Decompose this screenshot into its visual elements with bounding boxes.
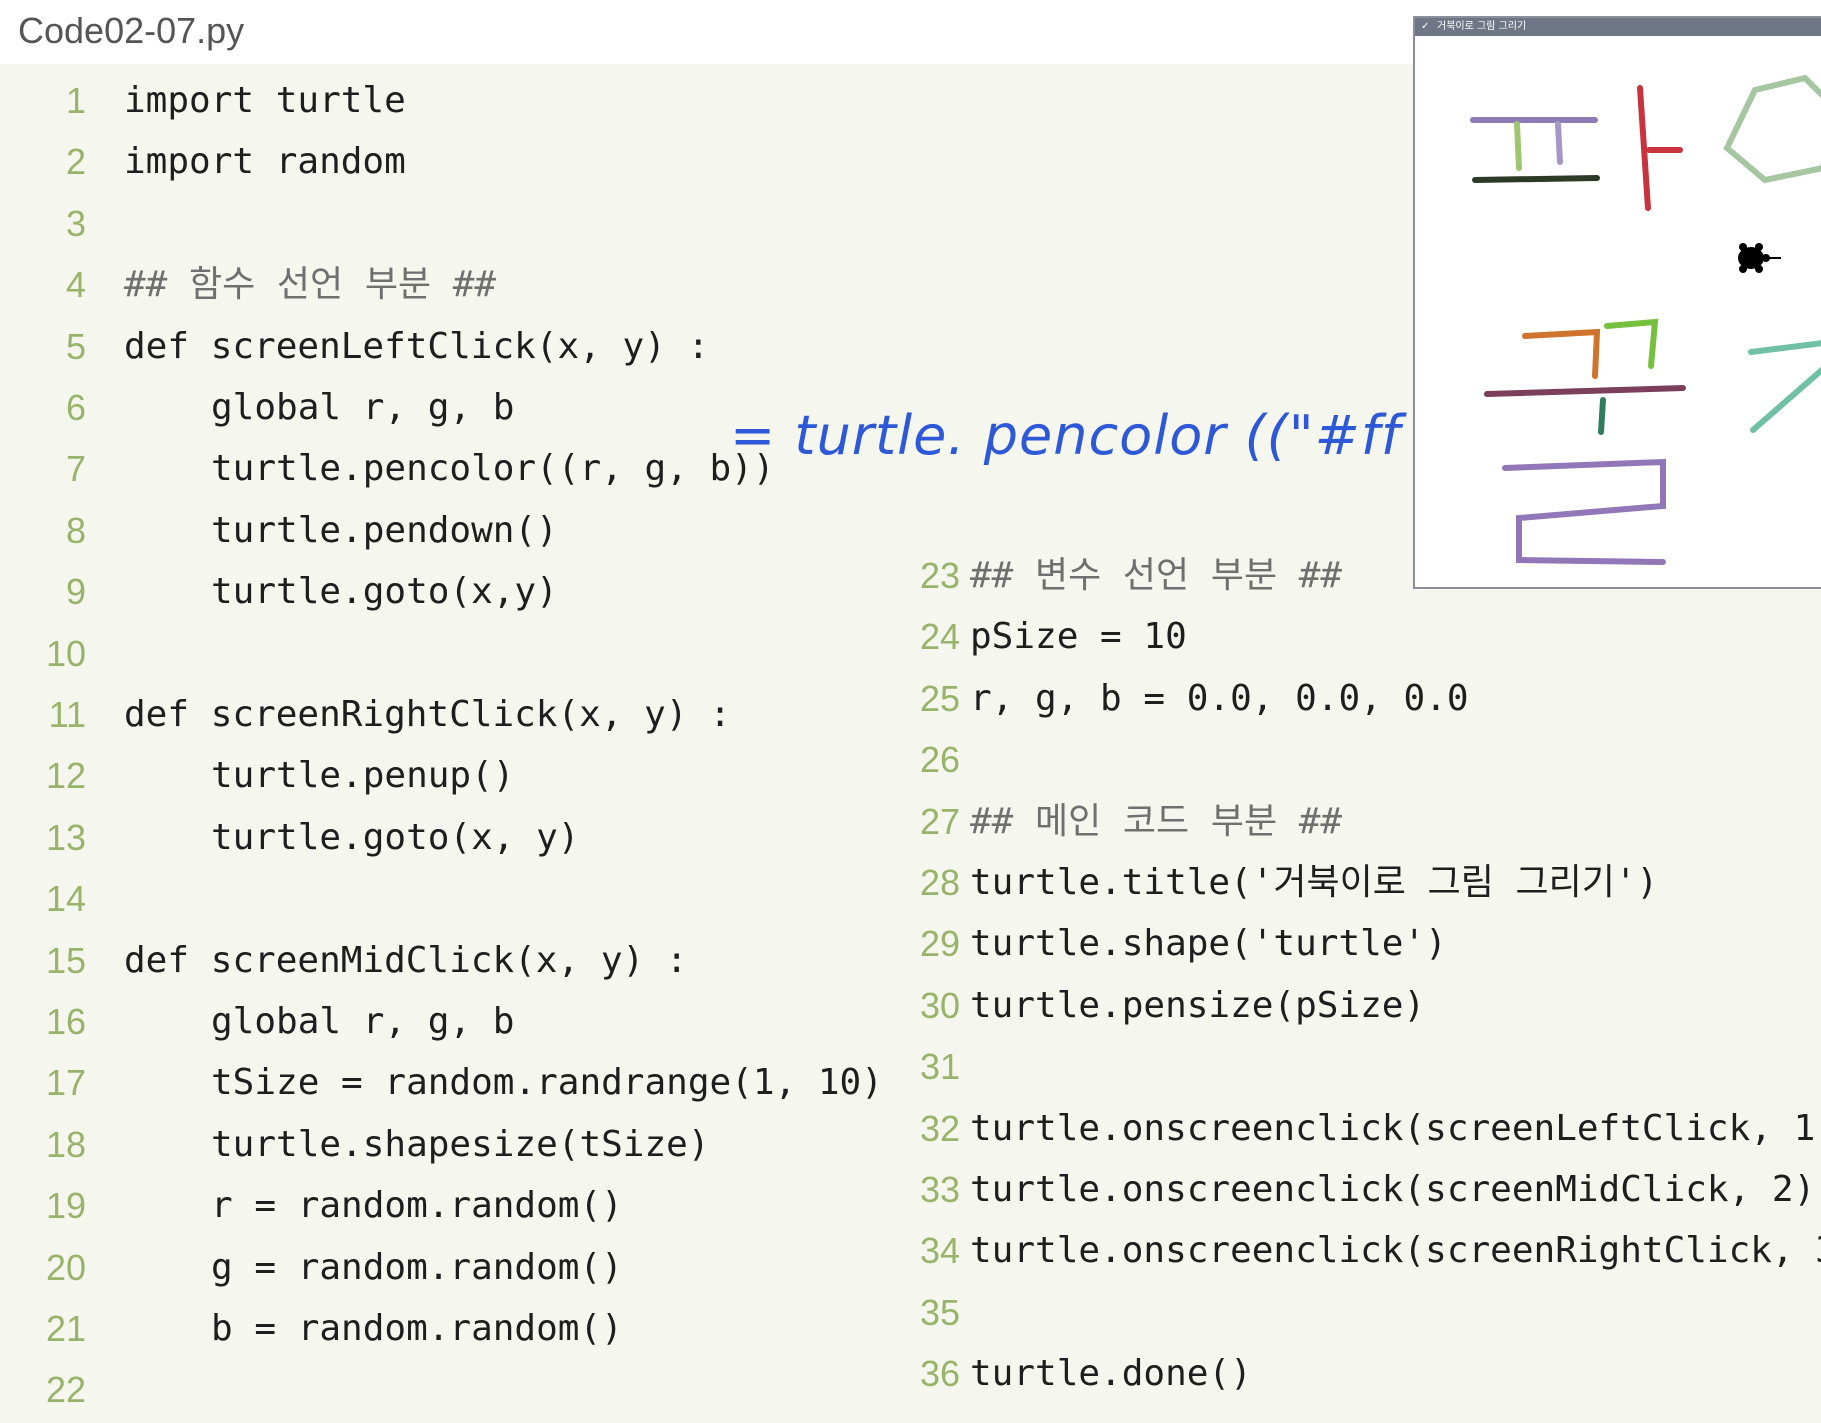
line-number: 34 [919,1230,960,1272]
line-number: 14 [45,878,86,920]
code-text: ## 메인 코드 부분 ## [970,800,1343,842]
stroke-teal-short [1598,397,1606,435]
line-number: 26 [919,739,960,781]
code-text: global r, g, b [211,1001,515,1042]
code-text: import turtle [124,80,406,121]
line-number: 24 [919,616,960,658]
line-number: 1 [65,80,86,121]
line-number: 31 [919,1046,960,1088]
line-number: 17 [45,1062,86,1104]
line-number: 12 [45,755,86,797]
code-text: turtle.goto(x, y) [211,816,580,858]
line-number: 21 [45,1308,86,1349]
line-number: 32 [919,1107,960,1149]
app-icon: ✓ [1421,21,1430,32]
stroke-mint-top [1748,340,1821,355]
line-number: 35 [919,1291,960,1333]
code-text: r, g, b = 0.0, 0.0, 0.0 [970,677,1469,719]
turtle-graphics-window[interactable]: ✓ 거북이로 그림 그리기 [1413,16,1821,589]
line-number: 30 [919,984,960,1026]
line-number: 20 [45,1246,86,1288]
window-title: 거북이로 그림 그리기 [1437,21,1527,32]
line-number: 16 [45,1001,86,1042]
code-text: turtle.pendown() [211,509,558,551]
line-number: 7 [65,448,86,490]
code-text: def screenMidClick(x, y) : [124,939,688,981]
line-number: 13 [45,816,86,858]
code-text: g = random.random() [211,1246,623,1288]
line-number: 33 [919,1169,960,1210]
turtle-canvas[interactable] [1415,40,1821,588]
stroke-lavender-vertical [1555,121,1563,165]
line-number: 3 [65,202,86,244]
stroke-lavender-rieul [1502,458,1666,565]
code-text: b = random.random() [211,1308,623,1349]
code-text: turtle.done() [970,1353,1252,1395]
code-text: turtle.onscreenclick(screenRightClick, 3… [970,1230,1821,1272]
turtle-icon [1738,243,1781,273]
code-text: turtle.onscreenclick(screenLeftClick, 1) [970,1107,1821,1149]
window-titlebar[interactable]: ✓ 거북이로 그림 그리기 [1415,18,1821,36]
line-number: 11 [48,694,86,735]
code-text: ## 함수 선언 부분 ## [124,264,497,306]
line-number: 27 [919,800,960,842]
line-number: 5 [65,325,86,367]
code-text: turtle.pencolor((r, g, b)) [211,448,775,490]
line-number: 23 [919,555,960,596]
code-text: turtle.shapesize(tSize) [211,1123,710,1165]
line-number: 9 [65,571,86,613]
line-number: 22 [45,1369,86,1411]
code-text: turtle.onscreenclick(screenMidClick, 2) [970,1169,1816,1210]
stroke-mint-diagonal [1750,366,1821,433]
stroke-dark-bottom [1472,175,1600,183]
code-text: import random [124,141,406,183]
code-text: pSize = 10 [970,616,1187,658]
line-number: 36 [919,1353,960,1395]
code-text: turtle.pensize(pSize) [970,984,1426,1026]
code-text: turtle.title('거북이로 그림 그리기') [970,862,1659,903]
code-text: turtle.goto(x,y) [211,571,558,613]
code-text: def screenRightClick(x, y) : [124,694,731,735]
line-number: 15 [45,939,86,981]
code-text: turtle.shape('turtle') [970,923,1447,965]
line-number: 8 [65,509,86,551]
code-text: turtle.penup() [211,755,515,797]
line-number: 10 [45,632,86,674]
line-number: 29 [919,923,960,965]
line-number: 25 [919,677,960,719]
line-number: 19 [45,1185,86,1227]
line-number: 6 [65,387,86,428]
code-text: tSize = random.randrange(1, 10) [211,1062,883,1104]
code-text: r = random.random() [211,1185,623,1227]
file-title: Code02-07.py [18,10,245,51]
stroke-plum-horizontal [1484,385,1686,397]
stroke-sage-circle [1723,74,1821,184]
stroke-green-giyeok [1604,318,1659,369]
line-number: 2 [65,141,86,183]
line-number: 4 [65,264,86,306]
stroke-green-vertical [1514,121,1522,171]
code-text: def screenLeftClick(x, y) : [124,325,710,367]
code-text: global r, g, b [211,387,515,428]
line-number: 28 [919,862,960,903]
stroke-orange-giyeok [1522,328,1601,379]
code-text: ## 변수 선언 부분 ## [970,555,1343,596]
line-number: 18 [45,1123,86,1165]
